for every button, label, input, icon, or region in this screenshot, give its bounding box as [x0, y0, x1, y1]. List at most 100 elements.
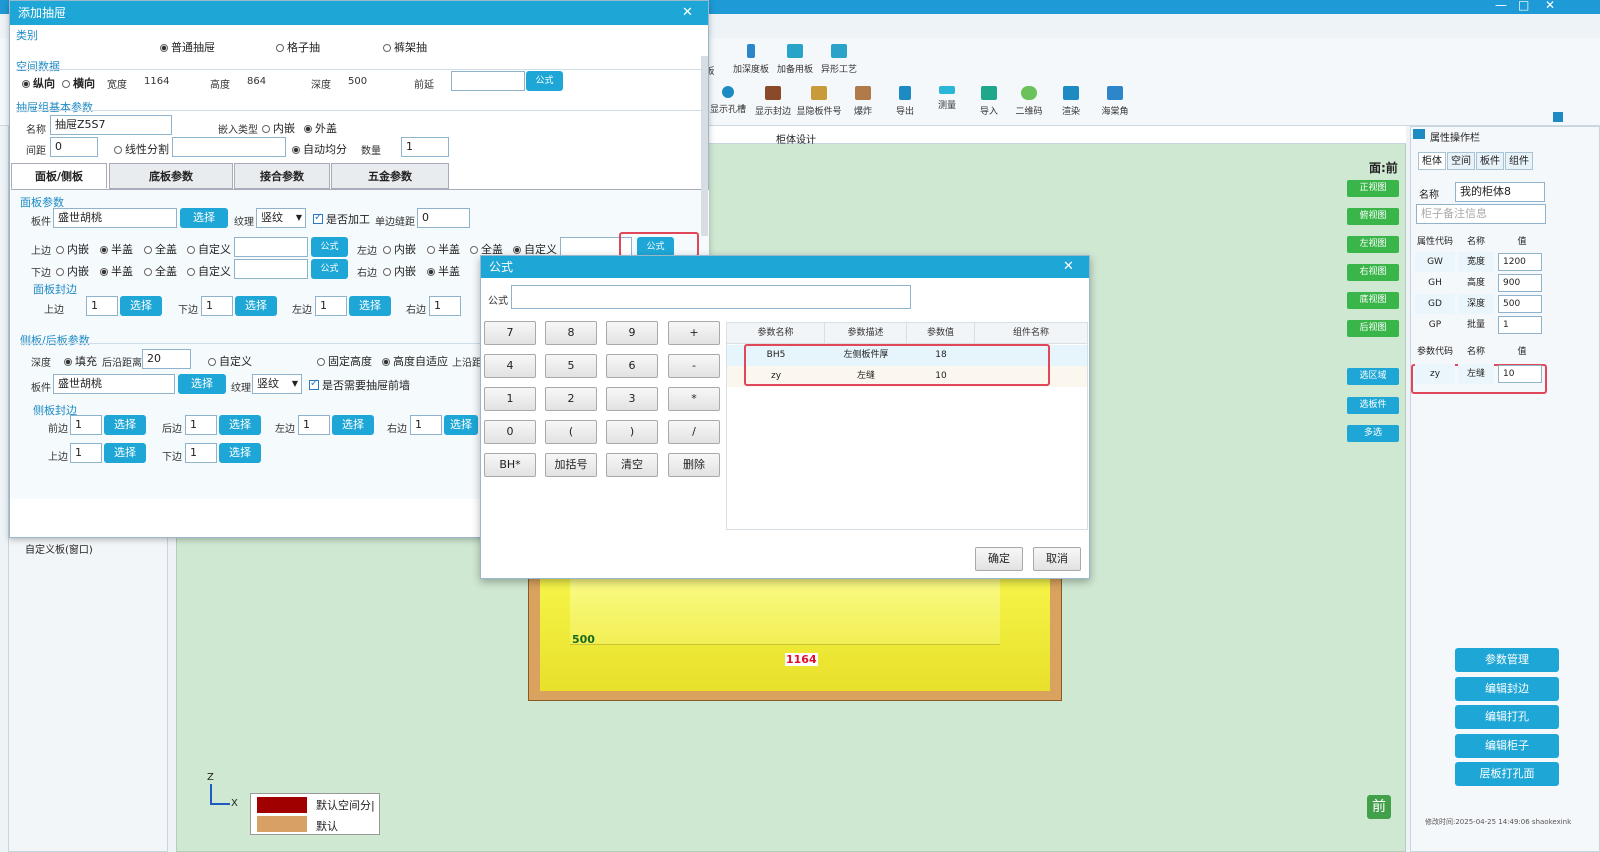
key-open-paren[interactable]: (	[545, 420, 597, 444]
side-band-back-input[interactable]: 1	[185, 415, 217, 435]
side-band-left-input[interactable]: 1	[298, 415, 330, 435]
cancel-button[interactable]: 取消	[1033, 547, 1081, 571]
toolbar-add-spare-board[interactable]: 加备用板	[772, 44, 818, 75]
direction-horizontal-radio[interactable]: 横向	[62, 75, 95, 91]
toolbar-begonia-corner[interactable]: 海棠角	[1092, 86, 1138, 117]
panel-process-checkbox[interactable]: 是否加工	[313, 211, 370, 227]
key-6[interactable]: 6	[606, 354, 658, 378]
key-7[interactable]: 7	[484, 321, 536, 345]
key-minus[interactable]: -	[668, 354, 720, 378]
key-9[interactable]: 9	[606, 321, 658, 345]
key-clear[interactable]: 清空	[606, 453, 658, 477]
key-add-brackets[interactable]: 加括号	[545, 453, 597, 477]
key-8[interactable]: 8	[545, 321, 597, 345]
key-close-paren[interactable]: )	[606, 420, 658, 444]
shelf-hole-face-button[interactable]: 层板打孔面	[1455, 762, 1559, 786]
tab-cabinet[interactable]: 柜体	[1418, 152, 1446, 170]
category-pants-radio[interactable]: 裤架抽	[383, 39, 427, 55]
side-band-right-select-button[interactable]: 选择	[444, 415, 478, 435]
toolbar-render[interactable]: 渲染	[1048, 86, 1094, 117]
left-half-radio[interactable]: 半盖	[427, 241, 460, 257]
tab-board[interactable]: 板件	[1476, 152, 1504, 170]
fixed-height-radio[interactable]: 固定高度	[317, 353, 372, 369]
bottom-full-radio[interactable]: 全盖	[144, 263, 177, 279]
maximize-icon[interactable]: □	[1518, 0, 1529, 12]
side-band-front-select-button[interactable]: 选择	[104, 415, 146, 435]
attr-value-input[interactable]: 500	[1498, 295, 1542, 313]
param-manage-button[interactable]: 参数管理	[1455, 648, 1559, 672]
bottom-inner-radio[interactable]: 内嵌	[56, 263, 89, 279]
tab-component[interactable]: 组件	[1505, 152, 1533, 170]
embed-cover-radio[interactable]: 外盖	[304, 120, 337, 136]
attr-value-input[interactable]: 1	[1498, 316, 1542, 334]
attr-value-input[interactable]: 1200	[1498, 253, 1542, 271]
tab-joint[interactable]: 接合参数	[234, 163, 330, 189]
front-extend-input[interactable]	[451, 71, 525, 91]
view-back-button[interactable]: 后视图	[1347, 320, 1399, 337]
side-band-front-input[interactable]: 1	[70, 415, 102, 435]
edit-hole-button[interactable]: 编辑打孔	[1455, 705, 1559, 729]
side-band-top-select-button[interactable]: 选择	[104, 443, 146, 463]
side-board-input[interactable]: 盛世胡桃	[53, 374, 175, 394]
tab-hardware[interactable]: 五金参数	[331, 163, 449, 189]
left-panel-item[interactable]: 自定义板(窗口)	[25, 541, 93, 556]
band-left-input[interactable]: 1	[315, 296, 347, 316]
side-band-left-select-button[interactable]: 选择	[332, 415, 374, 435]
dialog-scrollbar[interactable]	[701, 56, 708, 236]
side-fill-radio[interactable]: 填充	[64, 353, 97, 369]
tab-bottom-board[interactable]: 底板参数	[109, 163, 233, 189]
toolbar-export[interactable]: 导出	[882, 86, 928, 117]
view-top-button[interactable]: 俯视图	[1347, 208, 1399, 225]
back-distance-input[interactable]: 20	[142, 349, 191, 369]
band-bottom-input[interactable]: 1	[201, 296, 233, 316]
auto-split-radio[interactable]: 自动均分	[292, 141, 347, 157]
bottom-custom-input[interactable]	[234, 259, 308, 279]
grid-icon[interactable]	[1553, 112, 1563, 122]
toolbar-qrcode[interactable]: 二维码	[1006, 86, 1052, 117]
toolbar-add-depth-board[interactable]: 加深度板	[728, 44, 774, 75]
key-1[interactable]: 1	[484, 387, 536, 411]
band-right-input[interactable]: 1	[429, 296, 461, 316]
top-custom-radio[interactable]: 自定义	[187, 241, 231, 257]
key-5[interactable]: 5	[545, 354, 597, 378]
cabinet-name-input[interactable]: 我的柜体8	[1455, 182, 1545, 202]
bottom-custom-radio[interactable]: 自定义	[187, 263, 231, 279]
view-front-button[interactable]: 正视图	[1347, 180, 1399, 197]
view-left-button[interactable]: 左视图	[1347, 236, 1399, 253]
top-formula-button[interactable]: 公式	[311, 237, 348, 257]
toolbar-board-number[interactable]: 显隐板件号	[796, 86, 842, 117]
need-front-wall-checkbox[interactable]: 是否需要抽屉前墙	[309, 377, 410, 393]
attr-value-input[interactable]: 900	[1498, 274, 1542, 292]
front-formula-button[interactable]: 公式	[526, 71, 563, 91]
key-0[interactable]: 0	[484, 420, 536, 444]
toolbar-measure[interactable]: 测量	[924, 86, 970, 111]
gap-input[interactable]: 0	[50, 137, 98, 157]
left-formula-button[interactable]: 公式	[637, 237, 674, 257]
edit-cabinet-button[interactable]: 编辑柜子	[1455, 734, 1559, 758]
view-right-button[interactable]: 右视图	[1347, 264, 1399, 281]
left-inner-radio[interactable]: 内嵌	[383, 241, 416, 257]
band-top-select-button[interactable]: 选择	[120, 296, 162, 316]
key-bh-multiply[interactable]: BH*	[484, 453, 536, 477]
key-plus[interactable]: +	[668, 321, 720, 345]
view-bottom-button[interactable]: 底视图	[1347, 292, 1399, 309]
side-band-back-select-button[interactable]: 选择	[219, 415, 261, 435]
ok-button[interactable]: 确定	[975, 547, 1023, 571]
formula-input[interactable]	[511, 285, 911, 309]
bottom-formula-button[interactable]: 公式	[311, 259, 348, 279]
linear-split-input[interactable]	[172, 137, 286, 157]
top-half-radio[interactable]: 半盖	[100, 241, 133, 257]
band-top-input[interactable]: 1	[86, 296, 118, 316]
panel-grain-select[interactable]: 竖纹 ▼	[256, 208, 306, 228]
toolbar-show-holes[interactable]: 显示孔槽	[705, 86, 751, 115]
band-bottom-select-button[interactable]: 选择	[235, 296, 277, 316]
edit-edge-button[interactable]: 编辑封边	[1455, 677, 1559, 701]
tab-space[interactable]: 空间	[1447, 152, 1475, 170]
side-grain-select[interactable]: 竖纹 ▼	[252, 374, 302, 394]
select-board-button[interactable]: 选板件	[1347, 397, 1399, 414]
key-divide[interactable]: /	[668, 420, 720, 444]
toolbar-special-process[interactable]: 异形工艺	[816, 44, 862, 75]
side-band-bottom-select-button[interactable]: 选择	[219, 443, 261, 463]
category-normal-radio[interactable]: 普通抽屉	[160, 39, 215, 55]
front-view-badge[interactable]: 前	[1367, 795, 1391, 819]
